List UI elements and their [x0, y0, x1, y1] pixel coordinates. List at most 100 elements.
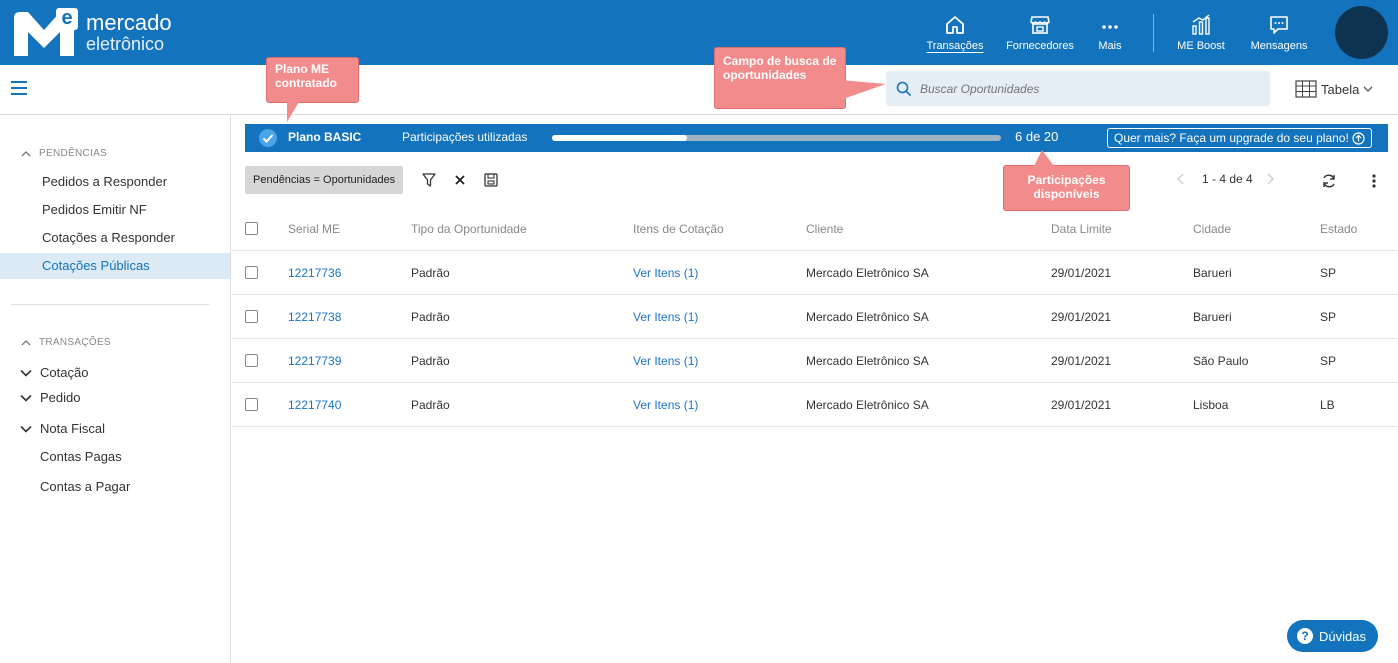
table-icon — [1295, 80, 1317, 98]
logo-text: mercado eletrônico — [86, 11, 172, 54]
nav-me-boost[interactable]: ME Boost — [1174, 0, 1228, 65]
select-all-checkbox[interactable] — [245, 207, 258, 250]
store-icon — [1029, 13, 1051, 37]
col-itens[interactable]: Itens de Cotação — [633, 207, 724, 250]
clear-filter-icon[interactable] — [454, 174, 466, 186]
plan-bar: Plano BASIC Participações utilizadas 6 d… — [245, 124, 1388, 152]
search-box[interactable] — [886, 71, 1270, 106]
sidebar-item-cotacoes-publicas[interactable]: Cotações Públicas — [0, 253, 230, 279]
filter-icon[interactable] — [421, 172, 437, 188]
pagination-label: 1 - 4 de 4 — [1202, 172, 1253, 186]
col-serial[interactable]: Serial ME — [288, 207, 340, 250]
help-button[interactable]: ? Dúvidas — [1287, 620, 1378, 652]
nav-transacoes-label: Transações — [926, 40, 984, 52]
cidade-cell: Barueri — [1193, 265, 1232, 280]
sidebar-item-pedido[interactable]: Pedido — [20, 387, 80, 409]
plan-count: 6 de 20 — [1015, 129, 1059, 144]
table-row[interactable]: 12217739 Padrão Ver Itens (1) Mercado El… — [232, 339, 1398, 383]
tipo-cell: Padrão — [411, 265, 450, 280]
serial-link[interactable]: 12217740 — [288, 383, 341, 426]
row-checkbox[interactable] — [245, 339, 258, 382]
cliente-cell: Mercado Eletrônico SA — [806, 265, 929, 280]
sidebar-item-nota-fiscal[interactable]: Nota Fiscal — [20, 418, 105, 440]
serial-link[interactable]: 12217736 — [288, 251, 341, 294]
callout-plan-pointer — [287, 102, 299, 122]
col-cidade[interactable]: Cidade — [1193, 207, 1231, 250]
question-icon: ? — [1297, 628, 1313, 644]
ver-itens-link[interactable]: Ver Itens (1) — [633, 383, 698, 426]
search-input[interactable] — [920, 81, 1260, 96]
row-checkbox[interactable] — [245, 383, 258, 426]
sidebar-item-cotacao-label: Cotação — [40, 365, 89, 380]
sidebar: PENDÊNCIAS Pedidos a Responder Pedidos E… — [0, 116, 231, 663]
avatar[interactable] — [1335, 6, 1388, 59]
table-header: Serial ME Tipo da Oportunidade Itens de … — [232, 207, 1398, 251]
nav-fornecedores[interactable]: Fornecedores — [1005, 0, 1075, 65]
table-row[interactable]: 12217740 Padrão Ver Itens (1) Mercado El… — [232, 383, 1398, 427]
plan-name: Plano BASIC — [288, 130, 362, 144]
logo[interactable]: e mercado eletrônico — [14, 8, 172, 56]
ver-itens-link[interactable]: Ver Itens (1) — [633, 339, 698, 382]
view-selector[interactable]: Tabela — [1295, 80, 1373, 98]
data-cell: 29/01/2021 — [1051, 397, 1112, 412]
callout-plan-text: Plano ME contratado — [275, 62, 338, 90]
col-tipo[interactable]: Tipo da Oportunidade — [411, 207, 527, 250]
sidebar-section-transacoes-label: TRANSAÇÕES — [39, 337, 111, 348]
sidebar-item-contas-a-pagar[interactable]: Contas a Pagar — [0, 474, 230, 500]
callout-search-text: Campo de busca de oportunidades — [723, 54, 837, 82]
data-cell: 29/01/2021 — [1051, 265, 1112, 280]
nav-mais[interactable]: Mais — [1095, 0, 1125, 65]
sidebar-section-pendencias-label: PENDÊNCIAS — [39, 148, 108, 159]
filter-chip[interactable]: Pendências = Oportunidades — [245, 166, 404, 194]
col-estado[interactable]: Estado — [1320, 207, 1357, 250]
sidebar-section-pendencias[interactable]: PENDÊNCIAS — [21, 148, 107, 159]
callout-participations-text: Participações disponíveis — [1027, 173, 1106, 201]
sidebar-divider — [11, 304, 209, 305]
logo-line2: eletrônico — [86, 33, 165, 54]
row-checkbox[interactable] — [245, 251, 258, 294]
cliente-cell: Mercado Eletrônico SA — [806, 309, 929, 324]
sidebar-item-pedidos-responder[interactable]: Pedidos a Responder — [0, 169, 230, 195]
sidebar-item-cotacao[interactable]: Cotação — [20, 362, 88, 384]
sidebar-item-contas-pagas[interactable]: Contas Pagas — [0, 444, 230, 470]
help-button-label: Dúvidas — [1319, 628, 1366, 644]
estado-cell: LB — [1320, 397, 1335, 412]
col-cliente[interactable]: Cliente — [806, 207, 843, 250]
sidebar-item-pedido-label: Pedido — [40, 390, 81, 405]
ver-itens-link[interactable]: Ver Itens (1) — [633, 251, 698, 294]
ver-itens-link[interactable]: Ver Itens (1) — [633, 295, 698, 338]
opportunities-table: Serial ME Tipo da Oportunidade Itens de … — [232, 207, 1398, 427]
nav-fornecedores-label: Fornecedores — [1006, 40, 1074, 52]
serial-link[interactable]: 12217739 — [288, 339, 341, 382]
sidebar-item-cotacoes-responder[interactable]: Cotações a Responder — [0, 225, 230, 251]
data-cell: 29/01/2021 — [1051, 353, 1112, 368]
upgrade-button[interactable]: Quer mais? Faça um upgrade do seu plano! — [1107, 128, 1372, 148]
cliente-cell: Mercado Eletrônico SA — [806, 353, 929, 368]
estado-cell: SP — [1320, 353, 1337, 368]
menu-icon[interactable] — [11, 81, 27, 95]
callout-search-pointer — [840, 80, 886, 100]
row-checkbox[interactable] — [245, 295, 258, 338]
data-cell: 29/01/2021 — [1051, 309, 1112, 324]
nav-mais-label: Mais — [1098, 40, 1122, 52]
sidebar-section-transacoes[interactable]: TRANSAÇÕES — [21, 337, 111, 348]
col-data[interactable]: Data Limite — [1051, 207, 1112, 250]
plan-used-label: Participações utilizadas — [402, 130, 528, 144]
table-row[interactable]: 12217736 Padrão Ver Itens (1) Mercado El… — [232, 251, 1398, 295]
refresh-icon[interactable] — [1321, 173, 1337, 189]
nav-mensagens[interactable]: Mensagens — [1249, 0, 1309, 65]
search-icon — [896, 81, 912, 96]
tipo-cell: Padrão — [411, 353, 450, 368]
more-vertical-icon[interactable] — [1371, 173, 1377, 189]
nav-transacoes[interactable]: Transações — [926, 0, 984, 65]
logo-mark: e — [14, 8, 78, 56]
cidade-cell: Barueri — [1193, 309, 1232, 324]
serial-link[interactable]: 12217738 — [288, 295, 341, 338]
chevron-right-icon[interactable] — [1265, 173, 1275, 185]
chevron-up-icon — [21, 150, 31, 156]
chevron-left-icon[interactable] — [1176, 173, 1186, 185]
check-icon — [259, 129, 277, 147]
save-filter-icon[interactable] — [483, 172, 499, 188]
sidebar-item-pedidos-emitir-nf[interactable]: Pedidos Emitir NF — [0, 197, 230, 223]
table-row[interactable]: 12217738 Padrão Ver Itens (1) Mercado El… — [232, 295, 1398, 339]
